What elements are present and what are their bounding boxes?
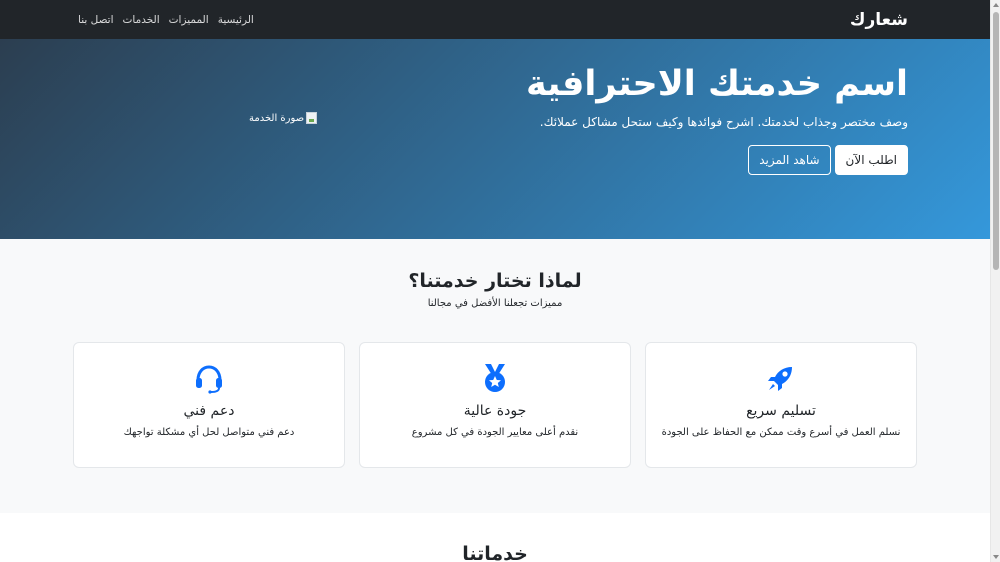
feature-card-support: دعم فني دعم فني متواصل لحل أي مشكلة تواج… <box>73 342 345 468</box>
scroll-down-arrow-icon[interactable] <box>993 555 999 559</box>
headset-icon <box>196 365 222 394</box>
feature-text: نسلم العمل في أسرع وقت ممكن مع الحفاظ عل… <box>661 427 901 438</box>
nav-link-services[interactable]: الخدمات <box>123 14 160 26</box>
services-title: خدماتنا <box>462 543 528 562</box>
nav-links: الرئيسية المميزات الخدمات اتصل بنا <box>78 14 254 26</box>
feature-text: نقدم أعلى معايير الجودة في كل مشروع <box>411 427 579 438</box>
navbar: شعارك الرئيسية المميزات الخدمات اتصل بنا <box>0 0 990 39</box>
feature-title: تسليم سريع <box>746 403 816 419</box>
feature-title: جودة عالية <box>463 403 527 419</box>
services-section: خدماتنا <box>0 513 990 562</box>
features-subtitle: مميزات تجعلنا الأفضل في مجالنا <box>427 298 563 309</box>
hero-description: وصف مختصر وجذاب لخدمتك. اشرح فوائدها وكي… <box>539 115 908 129</box>
scroll-thumb[interactable] <box>993 12 999 270</box>
rocket-icon <box>768 367 792 391</box>
brand-logo[interactable]: شعارك <box>850 10 908 30</box>
broken-image-icon <box>306 112 318 124</box>
nav-link-features[interactable]: المميزات <box>169 14 209 26</box>
scroll-up-arrow-icon[interactable] <box>993 3 999 7</box>
features-section: لماذا تختار خدمتنا؟ مميزات تجعلنا الأفضل… <box>0 239 990 513</box>
order-now-button[interactable]: اطلب الآن <box>834 145 908 175</box>
feature-text: دعم فني متواصل لحل أي مشكلة تواجهك <box>123 427 295 438</box>
service-image-alt: صورة الخدمة <box>249 112 305 124</box>
feature-card-high-quality: جودة عالية نقدم أعلى معايير الجودة في كل… <box>359 342 631 468</box>
feature-card-fast-delivery: تسليم سريع نسلم العمل في أسرع وقت ممكن م… <box>645 342 917 468</box>
nav-link-home[interactable]: الرئيسية <box>218 14 254 26</box>
features-title: لماذا تختار خدمتنا؟ <box>408 270 582 292</box>
service-image: صورة الخدمة <box>249 112 318 124</box>
hero-title: اسم خدمتك الاحترافية <box>526 64 908 104</box>
page-scrollbar[interactable] <box>990 0 1000 562</box>
feature-title: دعم فني <box>183 403 235 419</box>
medal-icon <box>485 364 505 392</box>
hero-buttons: اطلب الآن شاهد المزيد <box>748 145 908 175</box>
hero-section: اسم خدمتك الاحترافية وصف مختصر وجذاب لخد… <box>0 39 990 239</box>
see-more-button[interactable]: شاهد المزيد <box>748 145 831 175</box>
nav-link-contact[interactable]: اتصل بنا <box>78 14 114 26</box>
